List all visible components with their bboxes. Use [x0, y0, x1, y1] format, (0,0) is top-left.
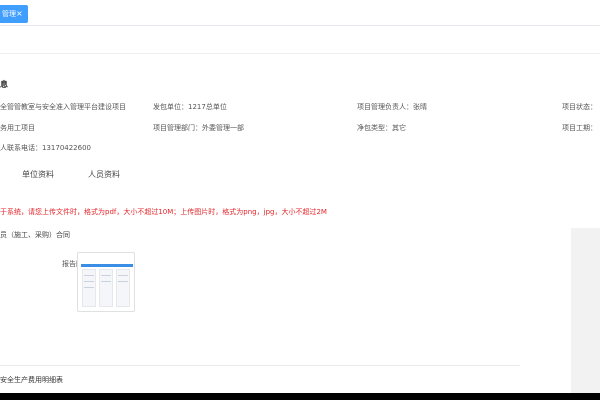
close-icon[interactable]: × [16, 5, 23, 23]
safety-cost-table-title: 安全生产费用明细表 [0, 376, 63, 384]
tab-bar: 管理 × [0, 0, 600, 26]
section-title: 息 [0, 80, 8, 89]
tab-unit-materials[interactable]: 单位资料 [22, 169, 54, 180]
contract-label: 员（施工、采购）合同 [0, 231, 70, 239]
project-period: 项目工期： [562, 124, 597, 132]
contract-scope: 净包类型：其它 [357, 124, 406, 132]
contractor-unit: 发包单位：1217总单位 [153, 103, 227, 111]
upload-notice: 于系统，请您上传文件时，格式为pdf，大小不超过10M；上传图片时，格式为png… [0, 208, 327, 216]
tab-label: 管理 [2, 10, 16, 18]
contact-phone: 人联系电话：13170422600 [0, 144, 91, 152]
project-type: 务用工项目 [0, 124, 35, 132]
project-name: 全管管教室与安全准入管理平台建设项目 [0, 103, 126, 111]
management-dept: 项目管理部门：外委管理一部 [153, 124, 244, 132]
material-tabs: 单位资料 人员资料 [0, 164, 600, 188]
tab-manage[interactable]: 管理 × [0, 5, 28, 23]
divider [0, 365, 520, 366]
project-status: 项目状态： [562, 103, 597, 111]
app-window: 管理 × 息 全管管教室与安全准入管理平台建设项目 发包单位：1217总单位 项… [0, 0, 600, 393]
document-thumbnail-icon[interactable] [77, 252, 135, 312]
right-side-panel [571, 228, 600, 393]
tab-people-materials[interactable]: 人员资料 [88, 169, 120, 180]
project-manager: 项目管理负责人：张晴 [357, 103, 427, 111]
toolbar-area [0, 26, 600, 54]
